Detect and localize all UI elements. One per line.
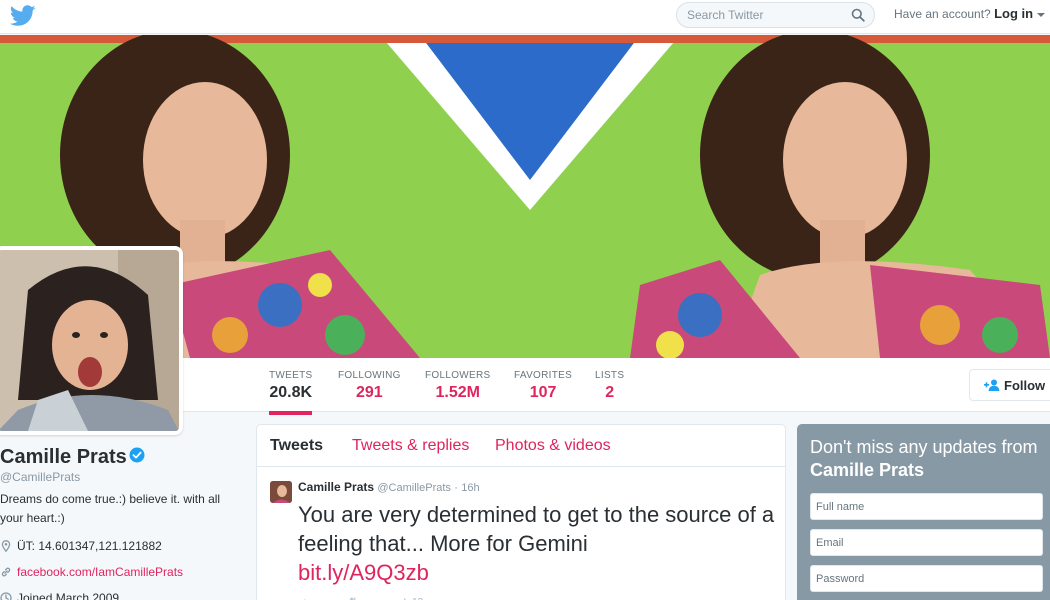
- login-link[interactable]: Log in: [994, 6, 1033, 21]
- stat-label: FAVORITES: [514, 370, 573, 381]
- stat-following[interactable]: FOLLOWING 291: [338, 370, 401, 402]
- stat-lists[interactable]: LISTS 2: [595, 370, 624, 402]
- stat-value: 107: [529, 384, 557, 401]
- signup-title: Don't miss any updates from Camille Prat…: [810, 436, 1040, 482]
- tweet-item[interactable]: Camille Prats @CamillePrats · 16h You ar…: [257, 467, 785, 600]
- stat-label: LISTS: [595, 370, 625, 381]
- tweet-avatar[interactable]: [270, 481, 292, 503]
- tab-tweets[interactable]: Tweets: [270, 437, 323, 455]
- stat-value: 291: [356, 384, 383, 401]
- stat-followers[interactable]: FOLLOWERS 1.52M: [425, 370, 491, 402]
- verified-badge-icon: [129, 447, 145, 463]
- account-prompt: Have an account?: [894, 7, 991, 21]
- profile-handle: @CamillePrats: [0, 470, 81, 484]
- tweet-header: Camille Prats @CamillePrats · 16h: [298, 480, 480, 494]
- follow-label: Follow: [1004, 377, 1046, 393]
- account-menu: Have an account? Log in: [894, 6, 1046, 21]
- tweet-text: You are very determined to get to the so…: [298, 502, 775, 556]
- email-field[interactable]: [810, 529, 1043, 556]
- search-box: [676, 2, 875, 28]
- tab-tweets-replies[interactable]: Tweets & replies: [352, 437, 469, 455]
- tweet-separator: ·: [454, 482, 458, 494]
- full-name-field[interactable]: [810, 493, 1043, 520]
- search-icon[interactable]: [851, 8, 865, 22]
- profile-name: Camille Prats: [0, 446, 127, 468]
- tweet-time[interactable]: 16h: [461, 482, 479, 494]
- profile-card: Camille Prats @CamillePrats Dreams do co…: [0, 446, 240, 600]
- location-pin-icon: [1, 540, 11, 552]
- top-bar: Have an account? Log in: [0, 0, 1050, 34]
- tweet-avatar-image: [270, 481, 292, 503]
- profile-location: ÜT: 14.601347,121.121882: [0, 536, 240, 556]
- add-user-icon: [984, 379, 1000, 391]
- stat-value: 2: [605, 384, 615, 401]
- signup-title-name: Camille Prats: [810, 460, 925, 480]
- search-input[interactable]: [687, 8, 847, 22]
- link-icon: [1, 567, 11, 577]
- stat-label: FOLLOWERS: [425, 370, 491, 381]
- stat-tweets[interactable]: TWEETS 20.8K: [269, 370, 313, 415]
- signup-title-prefix: Don't miss any updates from: [810, 437, 1038, 457]
- stat-label: TWEETS: [269, 370, 313, 381]
- stat-value: 20.8K: [269, 384, 313, 401]
- password-field[interactable]: [810, 565, 1043, 592]
- follow-button[interactable]: Follow: [969, 369, 1050, 401]
- website-link[interactable]: facebook.com/IamCamillePrats: [17, 565, 183, 579]
- tweet-author-handle[interactable]: @CamillePrats: [377, 482, 451, 494]
- tweet-body: You are very determined to get to the so…: [298, 500, 778, 587]
- tweet-author-name[interactable]: Camille Prats: [298, 480, 374, 494]
- timeline-tabs: Tweets Tweets & replies Photos & videos: [257, 425, 785, 467]
- stat-favorites[interactable]: FAVORITES 107: [514, 370, 572, 402]
- signup-module: Don't miss any updates from Camille Prat…: [797, 424, 1050, 600]
- twitter-bird-icon[interactable]: [10, 5, 36, 27]
- stat-value: 1.52M: [435, 384, 480, 401]
- timeline: Tweets Tweets & replies Photos & videos …: [256, 424, 786, 600]
- tab-photos-videos[interactable]: Photos & videos: [495, 437, 611, 455]
- avatar[interactable]: [0, 246, 183, 435]
- profile-joined: Joined March 2009: [0, 588, 240, 600]
- caret-down-icon[interactable]: [1037, 12, 1046, 17]
- profile-website: facebook.com/IamCamillePrats: [0, 562, 240, 582]
- joined-text: Joined March 2009: [17, 591, 120, 600]
- location-text: ÜT: 14.601347,121.121882: [17, 539, 162, 553]
- calendar-clock-icon: [0, 592, 12, 600]
- profile-bio: Dreams do come true.:) believe it. with …: [0, 492, 221, 525]
- tweet-link[interactable]: bit.ly/A9Q3zb: [298, 558, 778, 587]
- avatar-image: [0, 250, 179, 431]
- stat-label: FOLLOWING: [338, 370, 401, 381]
